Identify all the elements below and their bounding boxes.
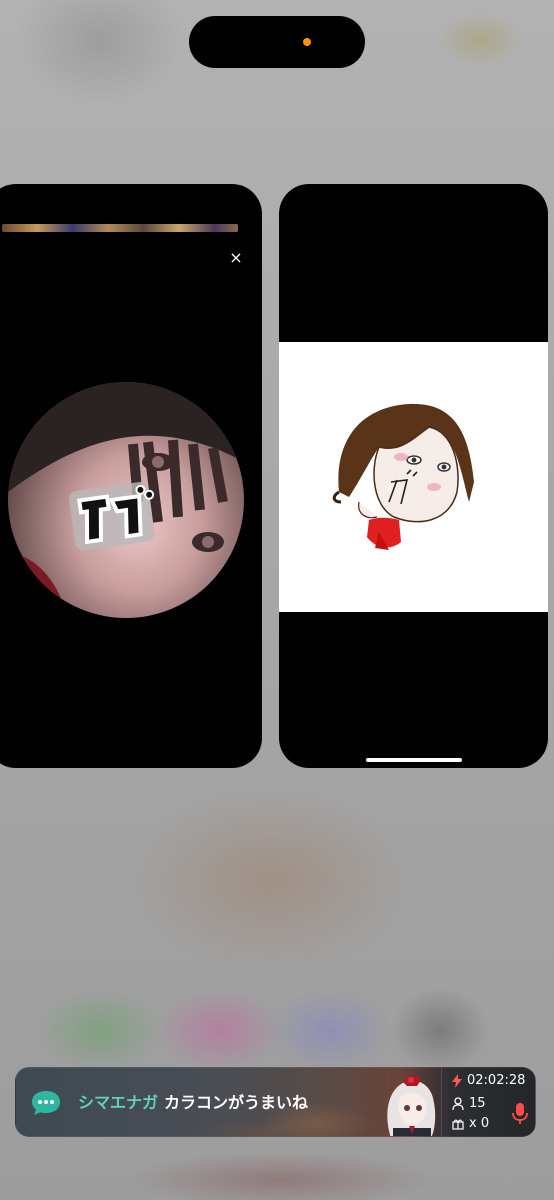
app-switcher-card-right[interactable] <box>279 184 548 768</box>
comment-text: カラコンがうまいね <box>164 1093 309 1112</box>
chat-bubble-icon <box>32 1091 60 1115</box>
gift-count-row: x 0 <box>452 1116 489 1131</box>
microphone-icon[interactable] <box>512 1103 528 1125</box>
live-stream-banner[interactable]: シマエナガ カラコンがうまいね 02:02:28 15 x 0 <box>15 1067 536 1137</box>
stream-stats-panel: 02:02:28 15 x 0 <box>441 1068 535 1136</box>
elapsed-time: 02:02:28 <box>467 1073 526 1088</box>
gift-count: x 0 <box>469 1116 490 1131</box>
dynamic-island <box>189 16 365 68</box>
profile-avatar <box>8 382 244 618</box>
elapsed-time-row: 02:02:28 <box>452 1073 525 1088</box>
drawing-canvas <box>279 342 548 612</box>
person-icon <box>452 1097 464 1110</box>
home-indicator-bar <box>366 758 462 762</box>
app-switcher-card-left[interactable]: × <box>0 184 262 768</box>
viewer-count-row: 15 <box>452 1096 486 1111</box>
comment-username: シマエナガ <box>78 1093 159 1112</box>
avatar-photo <box>8 382 244 618</box>
vtuber-avatar <box>387 1075 436 1136</box>
hand-drawn-portrait <box>332 403 474 550</box>
gift-icon <box>452 1119 464 1130</box>
stream-thumbnail-strip <box>2 224 238 232</box>
lightning-bolt-icon <box>452 1073 462 1088</box>
latest-comment: シマエナガ カラコンがうまいね <box>78 1092 308 1114</box>
close-overlay-button[interactable]: × <box>226 248 246 268</box>
viewer-count: 15 <box>469 1096 486 1111</box>
camera-in-use-indicator <box>303 38 311 46</box>
